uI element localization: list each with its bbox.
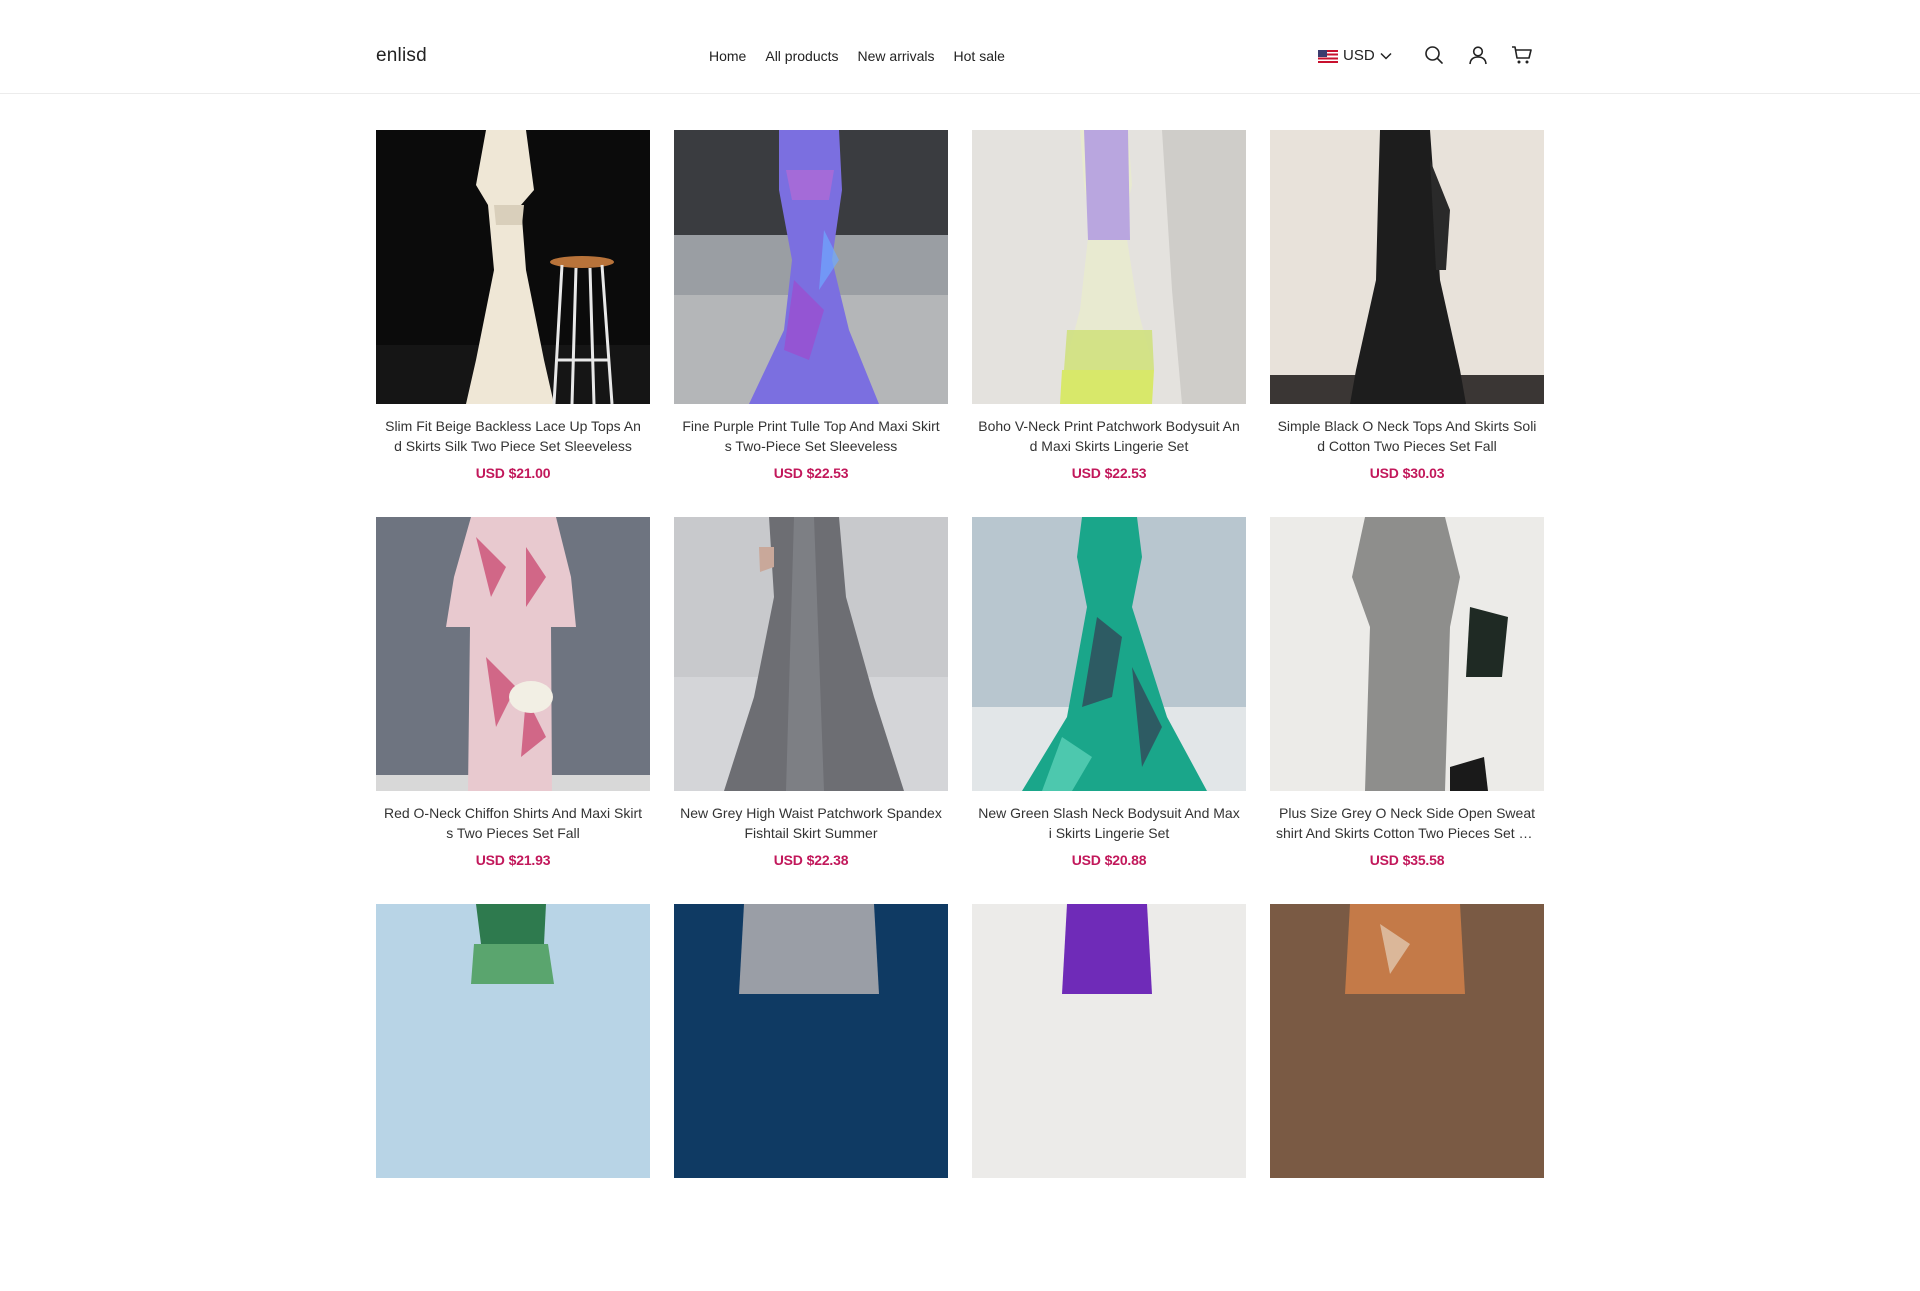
product-image[interactable] xyxy=(674,517,948,791)
product-image[interactable] xyxy=(972,904,1246,1178)
product-image[interactable] xyxy=(674,130,948,404)
product-image[interactable] xyxy=(1270,517,1544,791)
product-card[interactable]: New Green Slash Neck Bodysuit And Maxi S… xyxy=(972,517,1246,904)
product-title[interactable]: Boho V-Neck Print Patchwork Bodysuit And… xyxy=(972,416,1246,456)
product-grid: Slim Fit Beige Backless Lace Up Tops And… xyxy=(376,130,1544,1291)
product-image[interactable] xyxy=(972,130,1246,404)
product-card[interactable]: Red O-Neck Chiffon Shirts And Maxi Skirt… xyxy=(376,517,650,904)
product-title[interactable]: Slim Fit Beige Backless Lace Up Tops And… xyxy=(376,416,650,456)
store-logo[interactable]: enlisd xyxy=(376,44,427,68)
product-title[interactable]: Red O-Neck Chiffon Shirts And Maxi Skirt… xyxy=(376,803,650,843)
product-card[interactable] xyxy=(376,904,650,1291)
product-title[interactable]: Plus Size Grey O Neck Side Open Sweatshi… xyxy=(1270,803,1544,843)
product-title[interactable]: New Green Slash Neck Bodysuit And Maxi S… xyxy=(972,803,1246,843)
product-image[interactable] xyxy=(376,130,650,404)
product-title[interactable]: Fine Purple Print Tulle Top And Maxi Ski… xyxy=(674,416,948,456)
product-image[interactable] xyxy=(674,904,948,1178)
product-title[interactable]: New Grey High Waist Patchwork Spandex Fi… xyxy=(674,803,948,843)
product-price: USD $21.93 xyxy=(475,852,551,868)
site-header: enlisd Home All products New arrivals Ho… xyxy=(0,0,1920,94)
product-image[interactable] xyxy=(376,904,650,1178)
product-price: USD $22.53 xyxy=(1071,465,1147,481)
product-card[interactable]: Fine Purple Print Tulle Top And Maxi Ski… xyxy=(674,130,948,517)
search-icon[interactable] xyxy=(1422,43,1446,67)
product-price: USD $22.53 xyxy=(773,465,849,481)
product-image[interactable] xyxy=(972,517,1246,791)
product-card[interactable]: Plus Size Grey O Neck Side Open Sweatshi… xyxy=(1270,517,1544,904)
product-price: USD $35.58 xyxy=(1369,852,1445,868)
product-card[interactable]: New Grey High Waist Patchwork Spandex Fi… xyxy=(674,517,948,904)
nav-home[interactable]: Home xyxy=(709,46,746,66)
nav-new-arrivals[interactable]: New arrivals xyxy=(858,46,935,66)
nav-hot-sale[interactable]: Hot sale xyxy=(954,46,1005,66)
main-nav: Home All products New arrivals Hot sale xyxy=(709,46,1005,66)
currency-selector[interactable]: USD xyxy=(1318,46,1392,66)
product-card[interactable]: Slim Fit Beige Backless Lace Up Tops And… xyxy=(376,130,650,517)
product-card[interactable]: Simple Black O Neck Tops And Skirts Soli… xyxy=(1270,130,1544,517)
nav-all-products[interactable]: All products xyxy=(765,46,838,66)
account-icon[interactable] xyxy=(1466,43,1490,67)
product-card[interactable] xyxy=(674,904,948,1291)
product-price: USD $20.88 xyxy=(1071,852,1147,868)
product-price: USD $22.38 xyxy=(773,852,849,868)
product-image[interactable] xyxy=(376,517,650,791)
product-card[interactable] xyxy=(1270,904,1544,1291)
product-card[interactable] xyxy=(972,904,1246,1291)
chevron-down-icon xyxy=(1380,52,1392,60)
product-price: USD $30.03 xyxy=(1369,465,1445,481)
product-title[interactable]: Simple Black O Neck Tops And Skirts Soli… xyxy=(1270,416,1544,456)
us-flag-icon xyxy=(1318,49,1338,63)
cart-icon[interactable] xyxy=(1510,43,1534,67)
product-image[interactable] xyxy=(1270,904,1544,1178)
currency-label: USD xyxy=(1343,47,1375,64)
product-card[interactable]: Boho V-Neck Print Patchwork Bodysuit And… xyxy=(972,130,1246,517)
product-price: USD $21.00 xyxy=(475,465,551,481)
product-image[interactable] xyxy=(1270,130,1544,404)
